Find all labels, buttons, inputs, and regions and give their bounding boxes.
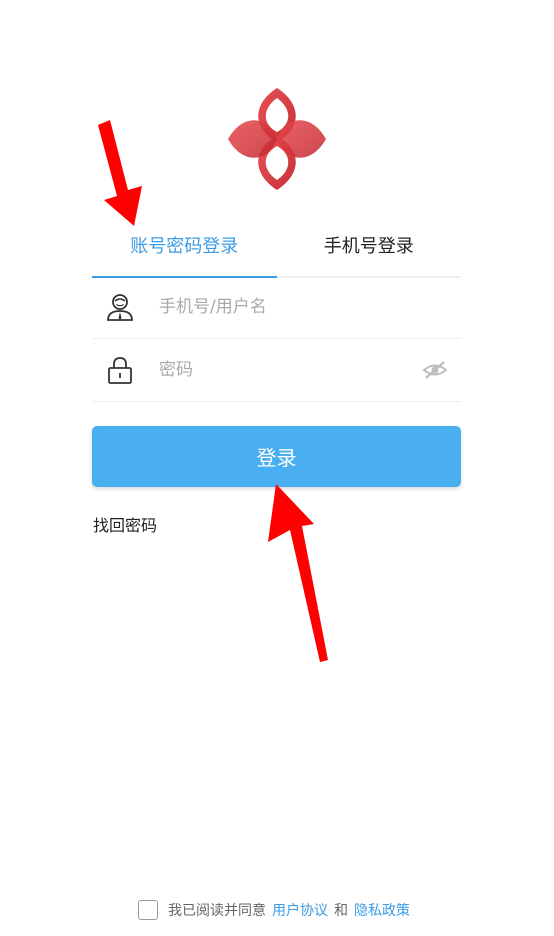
tab-account-login[interactable]: 账号密码登录 — [92, 214, 277, 278]
tab-phone-login[interactable]: 手机号登录 — [277, 214, 462, 276]
forgot-password-link[interactable]: 找回密码 — [93, 512, 157, 536]
privacy-policy-link[interactable]: 隐私政策 — [354, 900, 410, 920]
user-icon — [92, 292, 148, 322]
agreement-and: 和 — [334, 903, 348, 919]
login-page: 账号密码登录 手机号登录 手机号/用户名 登录 找回密码 我已阅读并同意 用户协… — [0, 0, 554, 936]
login-tabs: 账号密码登录 手机号登录 — [92, 214, 461, 278]
username-row — [92, 276, 461, 339]
login-button[interactable]: 登录 — [92, 426, 461, 487]
password-input[interactable] — [148, 349, 415, 391]
lock-icon — [92, 355, 148, 385]
agreement-prefix: 我已阅读并同意 — [168, 903, 266, 919]
agreement-row: 我已阅读并同意 用户协议 和 隐私政策 — [0, 900, 554, 920]
user-agreement-link[interactable]: 用户协议 — [272, 900, 328, 920]
brand-logo-icon — [228, 88, 326, 190]
username-input[interactable] — [148, 286, 461, 328]
eye-hidden-icon[interactable] — [415, 360, 455, 380]
annotation-arrow-bottom — [268, 484, 328, 662]
agree-checkbox[interactable] — [138, 900, 158, 920]
password-row — [92, 339, 461, 402]
